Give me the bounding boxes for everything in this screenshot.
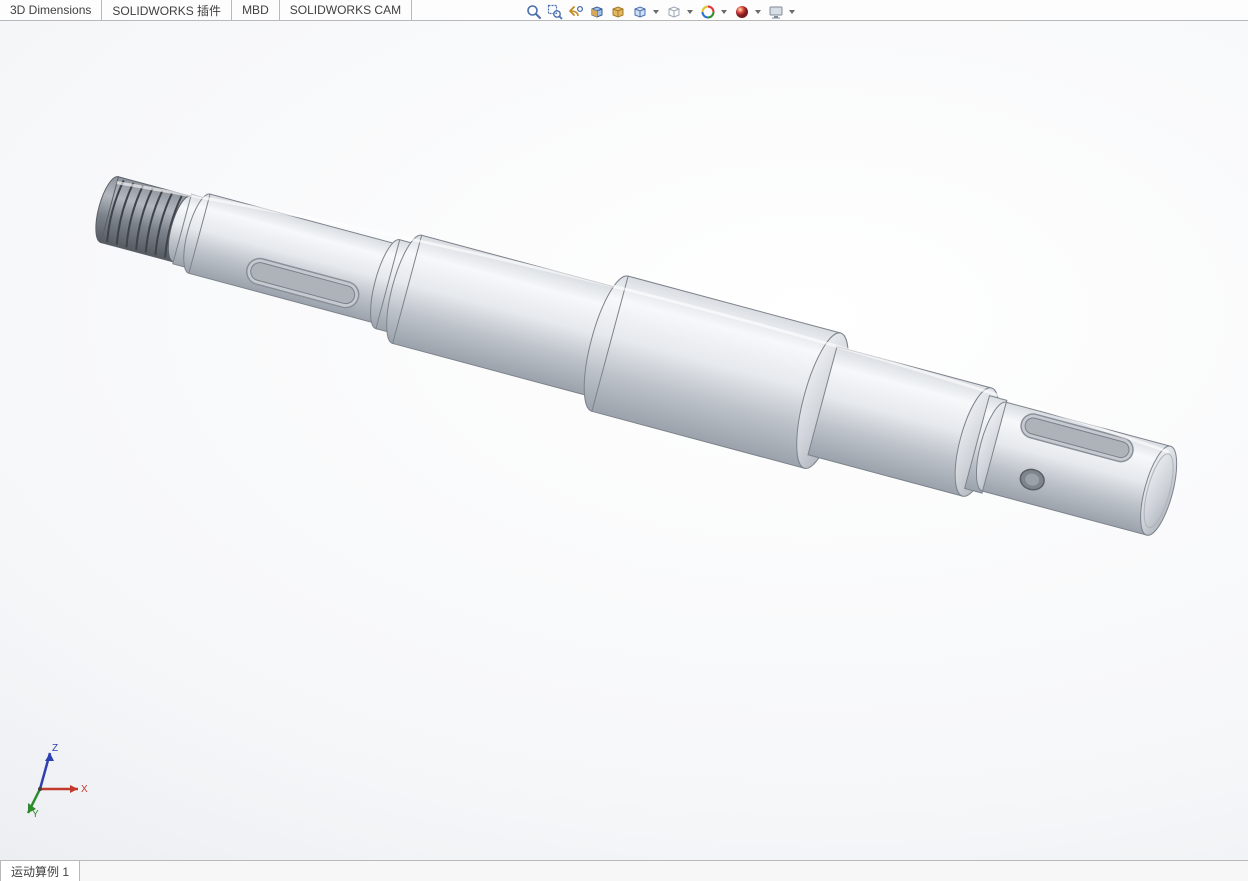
zoom-to-area-button[interactable]: [545, 3, 565, 21]
display-style-icon: [632, 4, 648, 20]
view-settings-dropdown[interactable]: [765, 3, 798, 21]
appearance-icon: [700, 4, 716, 20]
heads-up-view-toolbar: [524, 3, 798, 21]
tab-label: SOLIDWORKS 插件: [112, 2, 221, 19]
view-orientation-button[interactable]: [608, 3, 628, 21]
axis-z-label: Z: [52, 743, 58, 754]
axis-x-label: X: [81, 784, 88, 795]
tab-mbd[interactable]: MBD: [232, 0, 280, 20]
zoom-to-fit-button[interactable]: [524, 3, 544, 21]
apply-scene-dropdown[interactable]: [731, 3, 764, 21]
orientation-triad[interactable]: Z X Y: [14, 739, 94, 819]
tab-3d-dimensions[interactable]: 3D Dimensions: [0, 0, 102, 20]
display-style-dropdown[interactable]: [629, 3, 662, 21]
tab-label: SOLIDWORKS CAM: [290, 3, 401, 17]
section-view-button[interactable]: [587, 3, 607, 21]
tab-label: MBD: [242, 3, 269, 17]
view-orientation-icon: [610, 4, 626, 20]
magnifier-icon: [526, 4, 542, 20]
axis-y-label: Y: [32, 809, 39, 819]
scene-icon: [734, 4, 750, 20]
monitor-icon: [768, 4, 784, 20]
section-view-icon: [589, 4, 605, 20]
graphics-viewport[interactable]: Z X Y: [0, 21, 1248, 861]
previous-view-icon: [568, 4, 584, 20]
magnifier-area-icon: [547, 4, 563, 20]
hide-show-icon: [666, 4, 682, 20]
tab-solidworks-cam[interactable]: SOLIDWORKS CAM: [280, 0, 412, 20]
edit-appearance-dropdown[interactable]: [697, 3, 730, 21]
tab-label: 运动算例 1: [11, 863, 69, 880]
model-shaft: [0, 21, 1248, 861]
tab-solidworks-addins[interactable]: SOLIDWORKS 插件: [102, 0, 232, 20]
tab-motion-study-1[interactable]: 运动算例 1: [0, 861, 80, 881]
previous-view-button[interactable]: [566, 3, 586, 21]
bottom-tabs: 运动算例 1: [0, 860, 1248, 881]
tab-label: 3D Dimensions: [10, 3, 91, 17]
hide-show-items-dropdown[interactable]: [663, 3, 696, 21]
